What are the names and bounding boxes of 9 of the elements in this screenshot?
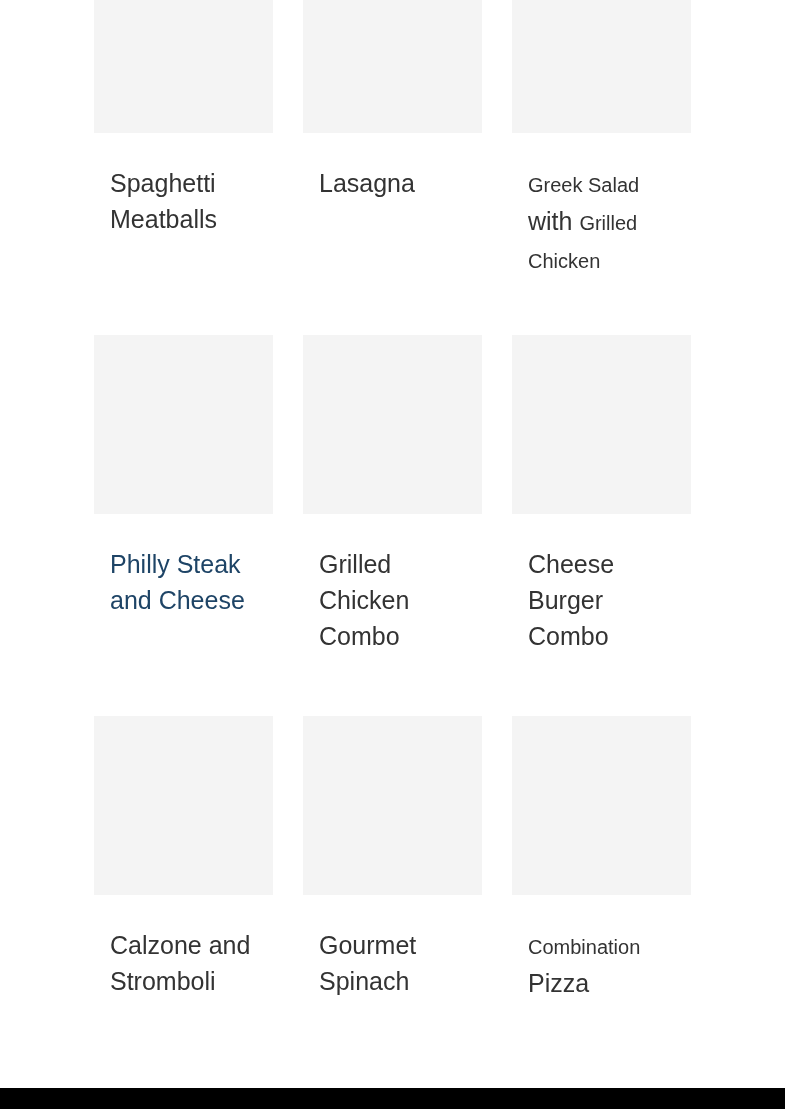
dish-title-link[interactable]: Combination Pizza (528, 927, 691, 1001)
dish-title-link[interactable]: Philly Steak and Cheese (110, 546, 273, 618)
dish-title-link[interactable]: Lasagna (319, 165, 482, 201)
dish-title-link[interactable]: Greek Salad with Grilled Chicken (528, 165, 691, 279)
dish-title-link[interactable]: Grilled Chicken Combo (319, 546, 482, 654)
dish-title-link[interactable]: Gourmet Spinach (319, 927, 482, 999)
dish-title-link[interactable]: Cheese Burger Combo (528, 546, 691, 654)
dish-title-link[interactable]: Spaghetti Meatballs (110, 165, 273, 237)
dish-title-link[interactable]: Calzone and Stromboli (110, 927, 273, 999)
